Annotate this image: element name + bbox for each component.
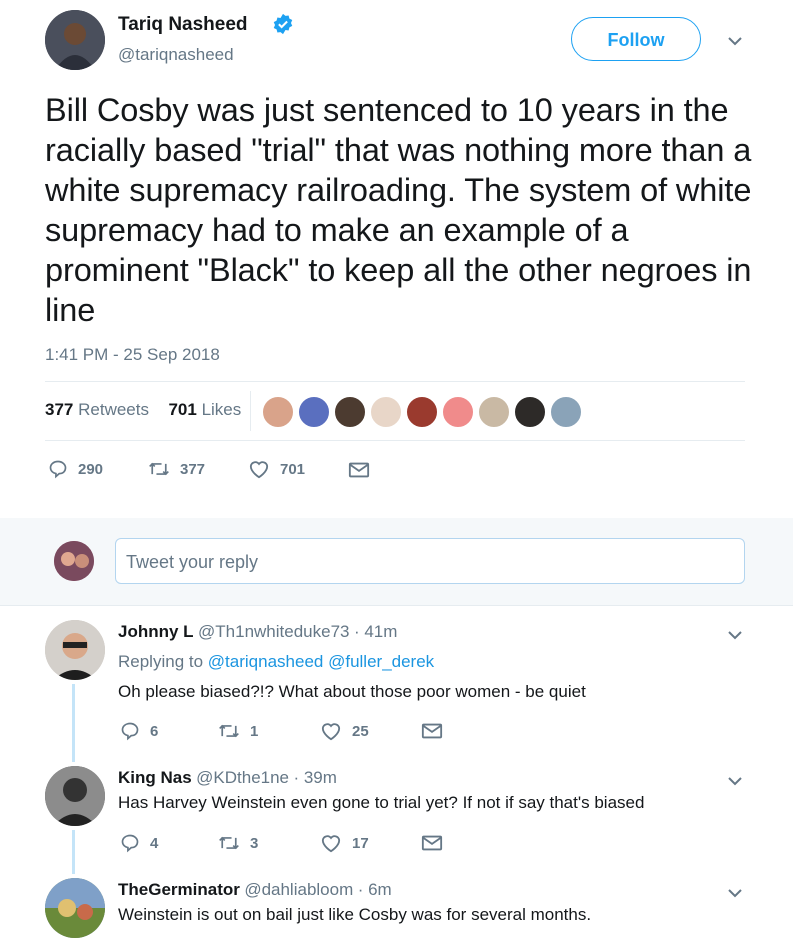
- tweet-text: Bill Cosby was just sentenced to 10 year…: [45, 92, 752, 328]
- reply-count: 4: [150, 834, 159, 852]
- reply-author-name[interactable]: King Nas: [118, 768, 192, 787]
- replying-to-link[interactable]: @fuller_derek: [328, 652, 434, 671]
- reply-time[interactable]: · 39m: [293, 768, 336, 787]
- retweet-action[interactable]: 377: [148, 459, 205, 479]
- like-count: 25: [352, 722, 369, 740]
- envelope-icon: [421, 835, 443, 851]
- reply-header: TheGerminator @dahliabloom · 6m: [118, 880, 392, 900]
- envelope-icon: [348, 462, 370, 478]
- like-action[interactable]: 701: [248, 459, 305, 479]
- retweet-icon: [219, 724, 239, 738]
- author-name[interactable]: Tariq Nasheed: [118, 14, 248, 36]
- like-action[interactable]: 25: [320, 721, 369, 741]
- reply-author-name[interactable]: TheGerminator: [118, 880, 240, 899]
- reply-text: Oh please biased?!? What about those poo…: [118, 682, 586, 701]
- retweet-action[interactable]: 3: [218, 833, 258, 853]
- chevron-down-icon[interactable]: [727, 774, 743, 792]
- reply-author-handle[interactable]: @KDthe1ne: [196, 768, 289, 787]
- divider: [45, 381, 745, 382]
- heart-icon: [321, 835, 341, 853]
- reply-input[interactable]: Tweet your reply: [115, 538, 745, 584]
- follow-button[interactable]: Follow: [571, 17, 701, 61]
- divider: [45, 440, 745, 441]
- direct-message-action[interactable]: [421, 834, 443, 852]
- likes-count[interactable]: 701: [168, 400, 196, 419]
- current-user-avatar[interactable]: [54, 541, 94, 581]
- thread-line: [72, 830, 75, 874]
- replying-to-prefix: Replying to: [118, 652, 204, 671]
- tweet-timestamp[interactable]: 1:41 PM - 25 Sep 2018: [45, 345, 220, 365]
- direct-message-action[interactable]: [421, 722, 443, 740]
- retweet-count: 3: [250, 834, 259, 852]
- like-count: 17: [352, 834, 369, 852]
- like-count: 701: [280, 460, 306, 478]
- chevron-down-icon[interactable]: [727, 34, 743, 52]
- verified-icon: [272, 13, 294, 35]
- liker-avatar[interactable]: [550, 396, 582, 428]
- retweet-icon: [219, 836, 239, 850]
- reply-icon: [121, 722, 139, 741]
- liker-avatar[interactable]: [514, 396, 546, 428]
- likes-label[interactable]: Likes: [202, 400, 242, 419]
- author-handle[interactable]: @tariqnasheed: [118, 45, 234, 65]
- reply-count: 6: [150, 722, 159, 740]
- retweets-label[interactable]: Retweets: [78, 400, 149, 419]
- author-avatar[interactable]: [45, 10, 105, 70]
- liker-avatar[interactable]: [334, 396, 366, 428]
- direct-message-action[interactable]: [348, 461, 370, 479]
- liker-avatar[interactable]: [298, 396, 330, 428]
- tweet-stats: 377 Retweets 701 Likes: [45, 400, 241, 420]
- reply-avatar[interactable]: [45, 620, 105, 680]
- reply-header: Johnny L @Th1nwhiteduke73 · 41m: [118, 622, 397, 642]
- reply-author-handle[interactable]: @Th1nwhiteduke73: [198, 622, 349, 641]
- reply-header: King Nas @KDthe1ne · 39m: [118, 768, 337, 788]
- reply-avatar[interactable]: [45, 878, 105, 938]
- reply-time[interactable]: · 6m: [358, 880, 392, 899]
- reply-action[interactable]: 4: [120, 833, 158, 853]
- chevron-down-icon[interactable]: [727, 886, 743, 904]
- replying-to: Replying to @tariqnasheed @fuller_derek: [118, 652, 434, 672]
- reply-icon: [121, 834, 139, 853]
- like-action[interactable]: 17: [320, 833, 369, 853]
- reply-text: Has Harvey Weinstein even gone to trial …: [118, 793, 645, 812]
- reply-avatar[interactable]: [45, 766, 105, 826]
- reply-action[interactable]: 290: [48, 459, 103, 479]
- reply-action[interactable]: 6: [120, 721, 158, 741]
- heart-icon: [249, 461, 269, 479]
- thread-line: [72, 684, 75, 762]
- liker-avatar[interactable]: [406, 396, 438, 428]
- retweet-action[interactable]: 1: [218, 721, 258, 741]
- retweet-count: 1: [250, 722, 259, 740]
- reply-time[interactable]: · 41m: [354, 622, 397, 641]
- reply-text: Weinstein is out on bail just like Cosby…: [118, 905, 592, 924]
- envelope-icon: [421, 723, 443, 739]
- liker-avatar[interactable]: [370, 396, 402, 428]
- liker-avatar[interactable]: [262, 396, 294, 428]
- stats-separator: [250, 391, 251, 431]
- liker-avatar[interactable]: [442, 396, 474, 428]
- reply-author-name[interactable]: Johnny L: [118, 622, 194, 641]
- reply-count: 290: [78, 460, 104, 478]
- heart-icon: [321, 723, 341, 741]
- reply-icon: [49, 460, 67, 479]
- reply-author-handle[interactable]: @dahliabloom: [244, 880, 353, 899]
- chevron-down-icon[interactable]: [727, 628, 743, 646]
- retweets-count[interactable]: 377: [45, 400, 73, 419]
- replying-to-link[interactable]: @tariqnasheed: [208, 652, 324, 671]
- retweet-count: 377: [180, 460, 206, 478]
- divider: [0, 605, 793, 606]
- liker-avatar[interactable]: [478, 396, 510, 428]
- retweet-icon: [149, 462, 169, 476]
